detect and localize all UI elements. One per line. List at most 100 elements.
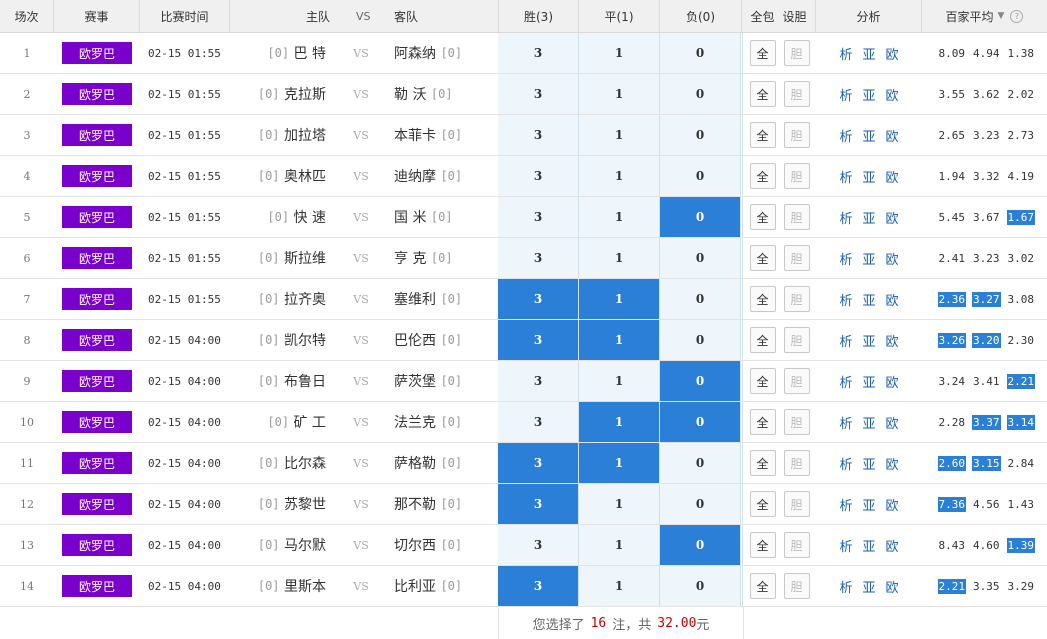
asian-odds-link[interactable]: 亚	[862, 249, 875, 268]
home-team[interactable]: 快 速	[294, 207, 326, 227]
select-all-button[interactable]: 全	[749, 491, 776, 517]
league-badge[interactable]: 欧罗巴	[62, 247, 132, 269]
euro-odds-link[interactable]: 欧	[886, 290, 899, 309]
league-badge[interactable]: 欧罗巴	[62, 329, 132, 351]
option-loss[interactable]: 0	[660, 566, 741, 606]
analysis-link[interactable]: 析	[839, 536, 852, 555]
euro-odds-link[interactable]: 欧	[886, 249, 899, 268]
option-draw[interactable]: 1	[579, 566, 660, 606]
select-all-button[interactable]: 全	[749, 40, 776, 66]
select-all-button[interactable]: 全	[749, 573, 776, 599]
set-banker-button[interactable]: 胆	[783, 163, 810, 189]
asian-odds-link[interactable]: 亚	[862, 495, 875, 514]
league-badge[interactable]: 欧罗巴	[62, 452, 132, 474]
away-team[interactable]: 萨格勒	[394, 453, 436, 473]
option-loss[interactable]: 0	[660, 402, 741, 442]
option-win[interactable]: 3	[498, 566, 579, 606]
analysis-link[interactable]: 析	[839, 577, 852, 596]
select-all-button[interactable]: 全	[749, 368, 776, 394]
option-draw[interactable]: 1	[579, 525, 660, 565]
home-team[interactable]: 奥林匹	[284, 166, 326, 186]
set-banker-button[interactable]: 胆	[783, 245, 810, 271]
analysis-link[interactable]: 析	[839, 208, 852, 227]
away-team[interactable]: 比利亚	[394, 576, 436, 596]
set-banker-button[interactable]: 胆	[783, 40, 810, 66]
set-banker-button[interactable]: 胆	[783, 204, 810, 230]
analysis-link[interactable]: 析	[839, 167, 852, 186]
analysis-link[interactable]: 析	[839, 454, 852, 473]
euro-odds-link[interactable]: 欧	[886, 495, 899, 514]
option-draw[interactable]: 1	[579, 197, 660, 237]
league-badge[interactable]: 欧罗巴	[62, 575, 132, 597]
set-banker-button[interactable]: 胆	[783, 491, 810, 517]
away-team[interactable]: 勒 沃	[394, 84, 426, 104]
option-loss[interactable]: 0	[660, 320, 741, 360]
option-win[interactable]: 3	[498, 484, 579, 524]
euro-odds-link[interactable]: 欧	[886, 577, 899, 596]
option-win[interactable]: 3	[498, 402, 579, 442]
option-win[interactable]: 3	[498, 279, 579, 319]
select-all-button[interactable]: 全	[749, 286, 776, 312]
option-loss[interactable]: 0	[660, 279, 741, 319]
option-draw[interactable]: 1	[579, 402, 660, 442]
analysis-link[interactable]: 析	[839, 249, 852, 268]
option-loss[interactable]: 0	[660, 197, 741, 237]
league-badge[interactable]: 欧罗巴	[62, 124, 132, 146]
home-team[interactable]: 凯尔特	[284, 330, 326, 350]
option-draw[interactable]: 1	[579, 443, 660, 483]
option-draw[interactable]: 1	[579, 361, 660, 401]
option-draw[interactable]: 1	[579, 115, 660, 155]
option-draw[interactable]: 1	[579, 279, 660, 319]
asian-odds-link[interactable]: 亚	[862, 413, 875, 432]
set-banker-button[interactable]: 胆	[783, 450, 810, 476]
away-team[interactable]: 萨茨堡	[394, 371, 436, 391]
euro-odds-link[interactable]: 欧	[886, 413, 899, 432]
analysis-link[interactable]: 析	[839, 495, 852, 514]
select-all-button[interactable]: 全	[749, 204, 776, 230]
league-badge[interactable]: 欧罗巴	[62, 411, 132, 433]
league-badge[interactable]: 欧罗巴	[62, 288, 132, 310]
euro-odds-link[interactable]: 欧	[886, 454, 899, 473]
select-all-button[interactable]: 全	[749, 450, 776, 476]
option-loss[interactable]: 0	[660, 33, 741, 73]
away-team[interactable]: 国 米	[394, 207, 426, 227]
option-loss[interactable]: 0	[660, 156, 741, 196]
home-team[interactable]: 布鲁日	[284, 371, 326, 391]
home-team[interactable]: 马尔默	[284, 535, 326, 555]
set-banker-button[interactable]: 胆	[783, 286, 810, 312]
analysis-link[interactable]: 析	[839, 290, 852, 309]
away-team[interactable]: 亨 克	[394, 248, 426, 268]
league-badge[interactable]: 欧罗巴	[62, 42, 132, 64]
select-all-button[interactable]: 全	[749, 245, 776, 271]
home-team[interactable]: 巴 特	[294, 43, 326, 63]
asian-odds-link[interactable]: 亚	[862, 85, 875, 104]
asian-odds-link[interactable]: 亚	[862, 372, 875, 391]
chevron-down-icon[interactable]: ▼	[998, 11, 1005, 21]
option-win[interactable]: 3	[498, 361, 579, 401]
home-team[interactable]: 拉齐奥	[284, 289, 326, 309]
asian-odds-link[interactable]: 亚	[862, 331, 875, 350]
euro-odds-link[interactable]: 欧	[886, 331, 899, 350]
analysis-link[interactable]: 析	[839, 331, 852, 350]
option-win[interactable]: 3	[498, 525, 579, 565]
asian-odds-link[interactable]: 亚	[862, 577, 875, 596]
option-win[interactable]: 3	[498, 238, 579, 278]
league-badge[interactable]: 欧罗巴	[62, 534, 132, 556]
option-loss[interactable]: 0	[660, 361, 741, 401]
league-badge[interactable]: 欧罗巴	[62, 206, 132, 228]
euro-odds-link[interactable]: 欧	[886, 44, 899, 63]
asian-odds-link[interactable]: 亚	[862, 290, 875, 309]
analysis-link[interactable]: 析	[839, 44, 852, 63]
option-win[interactable]: 3	[498, 33, 579, 73]
home-team[interactable]: 加拉塔	[284, 125, 326, 145]
away-team[interactable]: 那不勒	[394, 494, 436, 514]
option-draw[interactable]: 1	[579, 33, 660, 73]
home-team[interactable]: 比尔森	[284, 453, 326, 473]
select-all-button[interactable]: 全	[749, 122, 776, 148]
option-win[interactable]: 3	[498, 156, 579, 196]
euro-odds-link[interactable]: 欧	[886, 85, 899, 104]
select-all-button[interactable]: 全	[749, 81, 776, 107]
away-team[interactable]: 巴伦西	[394, 330, 436, 350]
away-team[interactable]: 本菲卡	[394, 125, 436, 145]
league-badge[interactable]: 欧罗巴	[62, 370, 132, 392]
